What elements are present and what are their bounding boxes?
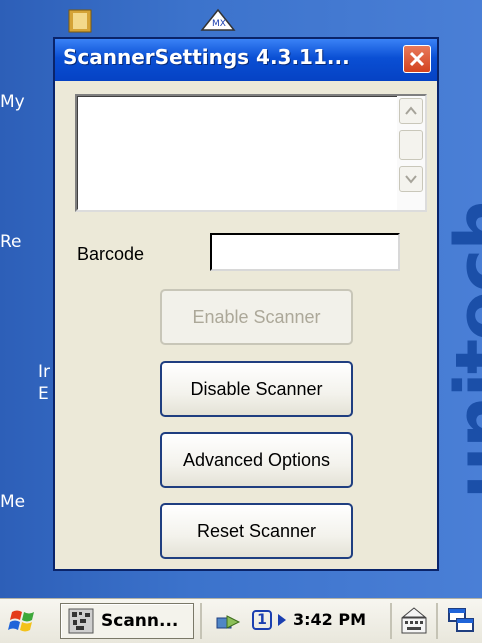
window-title: ScannerSettings 4.3.11...: [63, 45, 350, 69]
taskbar-separator-2: [390, 603, 392, 639]
desktop-label-e[interactable]: E: [38, 384, 49, 404]
scroll-down-button[interactable]: [399, 166, 423, 192]
vertical-scrollbar[interactable]: [397, 96, 425, 210]
clock[interactable]: 3:42 PM: [293, 610, 366, 629]
windows-start-icon[interactable]: [8, 606, 40, 636]
chevron-up-icon: [405, 106, 417, 115]
enable-scanner-button: Enable Scanner: [160, 289, 353, 345]
desktop-label-ir[interactable]: Ir: [38, 362, 50, 382]
taskbar-separator-3: [436, 603, 438, 639]
taskbar-task-label: Scann...: [101, 611, 179, 631]
notification-count-badge[interactable]: 1: [252, 610, 272, 630]
scan-output-list[interactable]: [75, 94, 427, 212]
advanced-options-button[interactable]: Advanced Options: [160, 432, 353, 488]
folder-icon[interactable]: [66, 8, 94, 34]
reset-scanner-button[interactable]: Reset Scanner: [160, 503, 353, 559]
desktop-label-re[interactable]: Re: [0, 232, 22, 252]
taskbar-button-scanner[interactable]: Scann...: [60, 603, 194, 639]
desktop-label-me[interactable]: Me: [0, 492, 25, 512]
scanner-app-icon: [68, 608, 94, 634]
barcode-input[interactable]: [210, 233, 400, 271]
barcode-label: Barcode: [77, 244, 145, 264]
network-icon[interactable]: [215, 608, 243, 634]
taskbar-separator: [200, 603, 202, 639]
scroll-up-button[interactable]: [399, 98, 423, 124]
scanner-settings-window: ScannerSettings 4.3.11... Barcode Enable…: [53, 37, 439, 571]
desktop-label-my[interactable]: My: [0, 92, 25, 112]
envelope-icon[interactable]: MX: [198, 6, 238, 34]
title-bar[interactable]: ScannerSettings 4.3.11...: [55, 39, 437, 81]
disable-scanner-button[interactable]: Disable Scanner: [160, 361, 353, 417]
taskbar: Scann... 1 3:42 PM: [0, 598, 482, 643]
scan-output-area: [77, 96, 425, 210]
close-icon: [409, 51, 425, 67]
svg-text:MX: MX: [212, 19, 226, 29]
scroll-thumb[interactable]: [399, 130, 423, 160]
close-button[interactable]: [403, 45, 431, 73]
tray-arrow-icon[interactable]: [278, 614, 286, 626]
keyboard-icon[interactable]: [398, 605, 430, 637]
window-switcher-icon[interactable]: [447, 607, 477, 635]
chevron-down-icon: [405, 175, 417, 184]
brand-wallpaper-logo: unitech: [440, 200, 482, 499]
